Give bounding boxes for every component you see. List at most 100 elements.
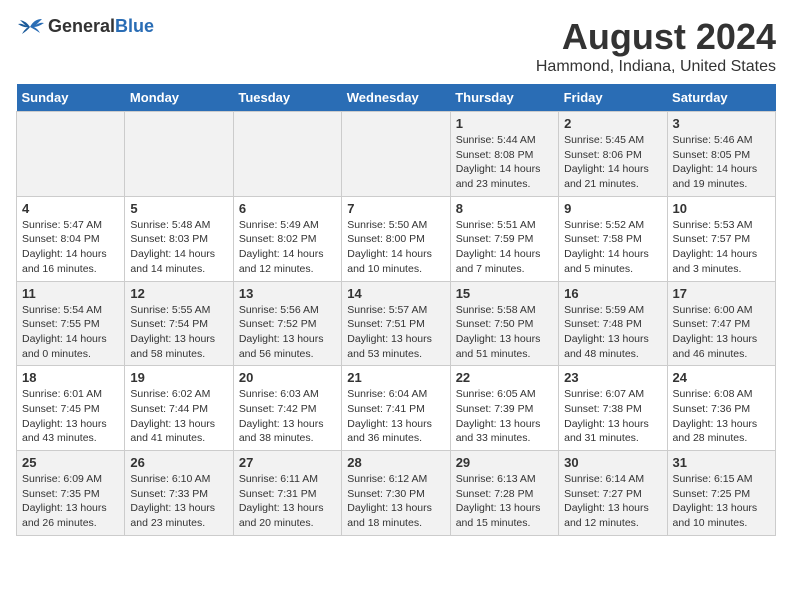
week-row-5: 25 Sunrise: 6:09 AM Sunset: 7:35 PM Dayli… [17, 451, 776, 536]
subtitle: Hammond, Indiana, United States [536, 58, 776, 76]
cell-content: Sunrise: 5:50 AM Sunset: 8:00 PM Dayligh… [347, 218, 444, 277]
day-number: 25 [22, 455, 119, 470]
day-header-wednesday: Wednesday [342, 84, 450, 112]
calendar-cell: 12 Sunrise: 5:55 AM Sunset: 7:54 PM Dayli… [125, 281, 233, 366]
calendar-cell: 4 Sunrise: 5:47 AM Sunset: 8:04 PM Daylig… [17, 196, 125, 281]
calendar-cell: 25 Sunrise: 6:09 AM Sunset: 7:35 PM Dayli… [17, 451, 125, 536]
day-number: 11 [22, 286, 119, 301]
day-number: 19 [130, 370, 227, 385]
day-header-sunday: Sunday [17, 84, 125, 112]
day-header-saturday: Saturday [667, 84, 775, 112]
calendar-cell: 3Sunrise: 5:46 AM Sunset: 8:05 PM Daylig… [667, 112, 775, 197]
week-row-4: 18 Sunrise: 6:01 AM Sunset: 7:45 PM Dayli… [17, 366, 776, 451]
calendar-cell [342, 112, 450, 197]
day-number: 9 [564, 201, 661, 216]
day-number: 29 [456, 455, 553, 470]
day-number: 12 [130, 286, 227, 301]
logo-bird-icon [16, 17, 44, 37]
day-number: 18 [22, 370, 119, 385]
day-header-friday: Friday [559, 84, 667, 112]
day-number: 10 [673, 201, 770, 216]
day-number: 24 [673, 370, 770, 385]
logo: GeneralBlue [16, 16, 154, 37]
cell-content: Sunrise: 6:14 AM Sunset: 7:27 PM Dayligh… [564, 472, 661, 531]
cell-content: Sunrise: 5:51 AM Sunset: 7:59 PM Dayligh… [456, 218, 553, 277]
calendar-cell: 20 Sunrise: 6:03 AM Sunset: 7:42 PM Dayli… [233, 366, 341, 451]
day-number: 2 [564, 116, 661, 131]
day-header-monday: Monday [125, 84, 233, 112]
calendar-cell: 24 Sunrise: 6:08 AM Sunset: 7:36 PM Dayli… [667, 366, 775, 451]
logo-text-blue: Blue [115, 16, 154, 36]
week-row-2: 4 Sunrise: 5:47 AM Sunset: 8:04 PM Daylig… [17, 196, 776, 281]
day-number: 31 [673, 455, 770, 470]
calendar-cell: 21 Sunrise: 6:04 AM Sunset: 7:41 PM Dayli… [342, 366, 450, 451]
calendar-cell: 8 Sunrise: 5:51 AM Sunset: 7:59 PM Daylig… [450, 196, 558, 281]
calendar-cell: 31 Sunrise: 6:15 AM Sunset: 7:25 PM Dayli… [667, 451, 775, 536]
calendar-cell [125, 112, 233, 197]
day-number: 21 [347, 370, 444, 385]
cell-content: Sunrise: 5:57 AM Sunset: 7:51 PM Dayligh… [347, 303, 444, 362]
cell-content: Sunrise: 5:48 AM Sunset: 8:03 PM Dayligh… [130, 218, 227, 277]
cell-content: Sunrise: 6:13 AM Sunset: 7:28 PM Dayligh… [456, 472, 553, 531]
calendar-cell: 22 Sunrise: 6:05 AM Sunset: 7:39 PM Dayli… [450, 366, 558, 451]
calendar-cell: 13 Sunrise: 5:56 AM Sunset: 7:52 PM Dayli… [233, 281, 341, 366]
cell-content: Sunrise: 5:54 AM Sunset: 7:55 PM Dayligh… [22, 303, 119, 362]
calendar-cell: 17Sunrise: 6:00 AM Sunset: 7:47 PM Dayli… [667, 281, 775, 366]
calendar-cell: 6 Sunrise: 5:49 AM Sunset: 8:02 PM Daylig… [233, 196, 341, 281]
day-number: 30 [564, 455, 661, 470]
cell-content: Sunrise: 5:44 AM Sunset: 8:08 PM Dayligh… [456, 133, 553, 192]
day-number: 6 [239, 201, 336, 216]
logo-text-general: General [48, 16, 115, 36]
day-number: 15 [456, 286, 553, 301]
cell-content: Sunrise: 6:05 AM Sunset: 7:39 PM Dayligh… [456, 387, 553, 446]
calendar-cell: 26 Sunrise: 6:10 AM Sunset: 7:33 PM Dayli… [125, 451, 233, 536]
cell-content: Sunrise: 5:59 AM Sunset: 7:48 PM Dayligh… [564, 303, 661, 362]
calendar-cell [17, 112, 125, 197]
cell-content: Sunrise: 6:07 AM Sunset: 7:38 PM Dayligh… [564, 387, 661, 446]
day-number: 13 [239, 286, 336, 301]
day-number: 26 [130, 455, 227, 470]
cell-content: Sunrise: 5:45 AM Sunset: 8:06 PM Dayligh… [564, 133, 661, 192]
cell-content: Sunrise: 5:52 AM Sunset: 7:58 PM Dayligh… [564, 218, 661, 277]
day-number: 20 [239, 370, 336, 385]
title-area: August 2024 Hammond, Indiana, United Sta… [536, 16, 776, 76]
calendar-table: SundayMondayTuesdayWednesdayThursdayFrid… [16, 84, 776, 536]
cell-content: Sunrise: 6:02 AM Sunset: 7:44 PM Dayligh… [130, 387, 227, 446]
day-header-tuesday: Tuesday [233, 84, 341, 112]
cell-content: Sunrise: 6:04 AM Sunset: 7:41 PM Dayligh… [347, 387, 444, 446]
calendar-cell: 11 Sunrise: 5:54 AM Sunset: 7:55 PM Dayli… [17, 281, 125, 366]
day-number: 22 [456, 370, 553, 385]
cell-content: Sunrise: 6:10 AM Sunset: 7:33 PM Dayligh… [130, 472, 227, 531]
calendar-cell: 27 Sunrise: 6:11 AM Sunset: 7:31 PM Dayli… [233, 451, 341, 536]
cell-content: Sunrise: 5:55 AM Sunset: 7:54 PM Dayligh… [130, 303, 227, 362]
day-number: 8 [456, 201, 553, 216]
day-number: 14 [347, 286, 444, 301]
cell-content: Sunrise: 6:01 AM Sunset: 7:45 PM Dayligh… [22, 387, 119, 446]
day-number: 16 [564, 286, 661, 301]
cell-content: Sunrise: 6:08 AM Sunset: 7:36 PM Dayligh… [673, 387, 770, 446]
calendar-cell: 7Sunrise: 5:50 AM Sunset: 8:00 PM Daylig… [342, 196, 450, 281]
day-number: 4 [22, 201, 119, 216]
calendar-cell: 23Sunrise: 6:07 AM Sunset: 7:38 PM Dayli… [559, 366, 667, 451]
cell-content: Sunrise: 5:46 AM Sunset: 8:05 PM Dayligh… [673, 133, 770, 192]
header-row: SundayMondayTuesdayWednesdayThursdayFrid… [17, 84, 776, 112]
week-row-3: 11 Sunrise: 5:54 AM Sunset: 7:55 PM Dayli… [17, 281, 776, 366]
day-number: 1 [456, 116, 553, 131]
calendar-cell [233, 112, 341, 197]
cell-content: Sunrise: 5:47 AM Sunset: 8:04 PM Dayligh… [22, 218, 119, 277]
cell-content: Sunrise: 6:03 AM Sunset: 7:42 PM Dayligh… [239, 387, 336, 446]
cell-content: Sunrise: 6:11 AM Sunset: 7:31 PM Dayligh… [239, 472, 336, 531]
calendar-cell: 18 Sunrise: 6:01 AM Sunset: 7:45 PM Dayli… [17, 366, 125, 451]
cell-content: Sunrise: 6:15 AM Sunset: 7:25 PM Dayligh… [673, 472, 770, 531]
cell-content: Sunrise: 5:56 AM Sunset: 7:52 PM Dayligh… [239, 303, 336, 362]
cell-content: Sunrise: 6:09 AM Sunset: 7:35 PM Dayligh… [22, 472, 119, 531]
calendar-cell: 1 Sunrise: 5:44 AM Sunset: 8:08 PM Daylig… [450, 112, 558, 197]
day-number: 27 [239, 455, 336, 470]
calendar-cell: 16 Sunrise: 5:59 AM Sunset: 7:48 PM Dayli… [559, 281, 667, 366]
day-number: 5 [130, 201, 227, 216]
cell-content: Sunrise: 5:53 AM Sunset: 7:57 PM Dayligh… [673, 218, 770, 277]
main-title: August 2024 [536, 16, 776, 58]
cell-content: Sunrise: 5:49 AM Sunset: 8:02 PM Dayligh… [239, 218, 336, 277]
calendar-cell: 19 Sunrise: 6:02 AM Sunset: 7:44 PM Dayli… [125, 366, 233, 451]
cell-content: Sunrise: 6:12 AM Sunset: 7:30 PM Dayligh… [347, 472, 444, 531]
